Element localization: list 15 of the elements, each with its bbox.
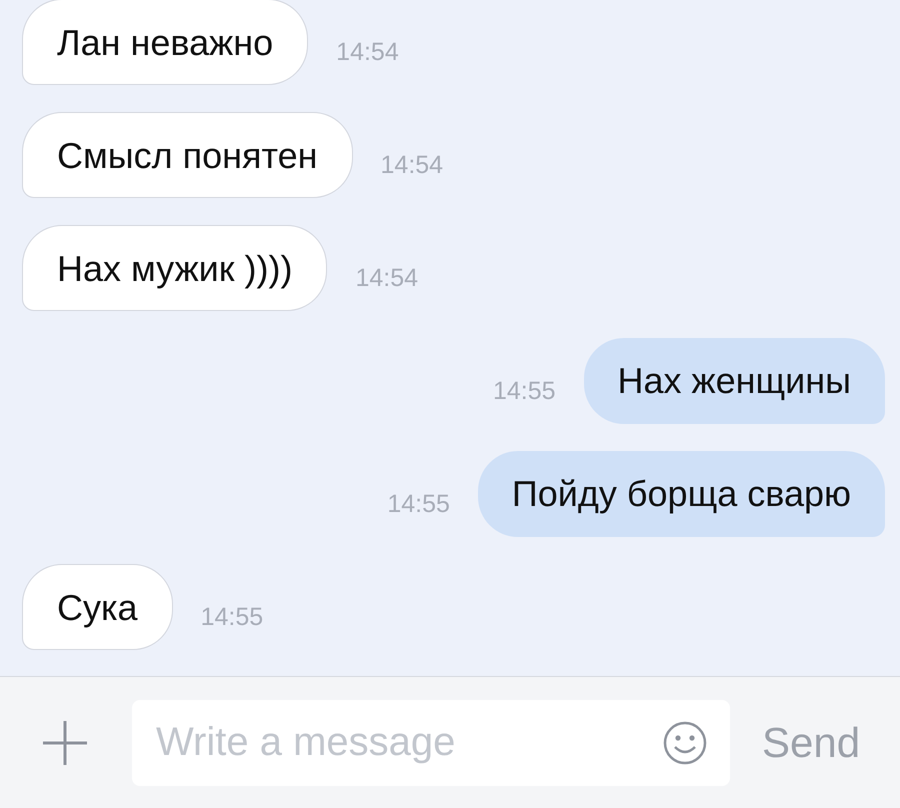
message-time: 14:55 (200, 602, 264, 634)
send-button[interactable]: Send (762, 711, 860, 774)
message-time: 14:55 (387, 489, 450, 520)
message-bubble: Смысл понятен (22, 112, 353, 198)
message-bubble: Пойду борща сварю (478, 451, 885, 537)
message-bubble: Нах женщины (584, 338, 885, 424)
message-time: 14:54 (355, 263, 418, 294)
message-time: 14:55 (492, 376, 556, 408)
message-bubble: Нах мужик )))) (22, 225, 328, 311)
smiley-icon[interactable] (662, 720, 708, 766)
message-time: 14:54 (336, 37, 399, 68)
message-bubble: Сука (22, 564, 173, 650)
message-time: 14:54 (380, 150, 444, 182)
message-input[interactable]: Write a message (132, 700, 730, 786)
message-bubble: Лан неважно (22, 0, 308, 85)
